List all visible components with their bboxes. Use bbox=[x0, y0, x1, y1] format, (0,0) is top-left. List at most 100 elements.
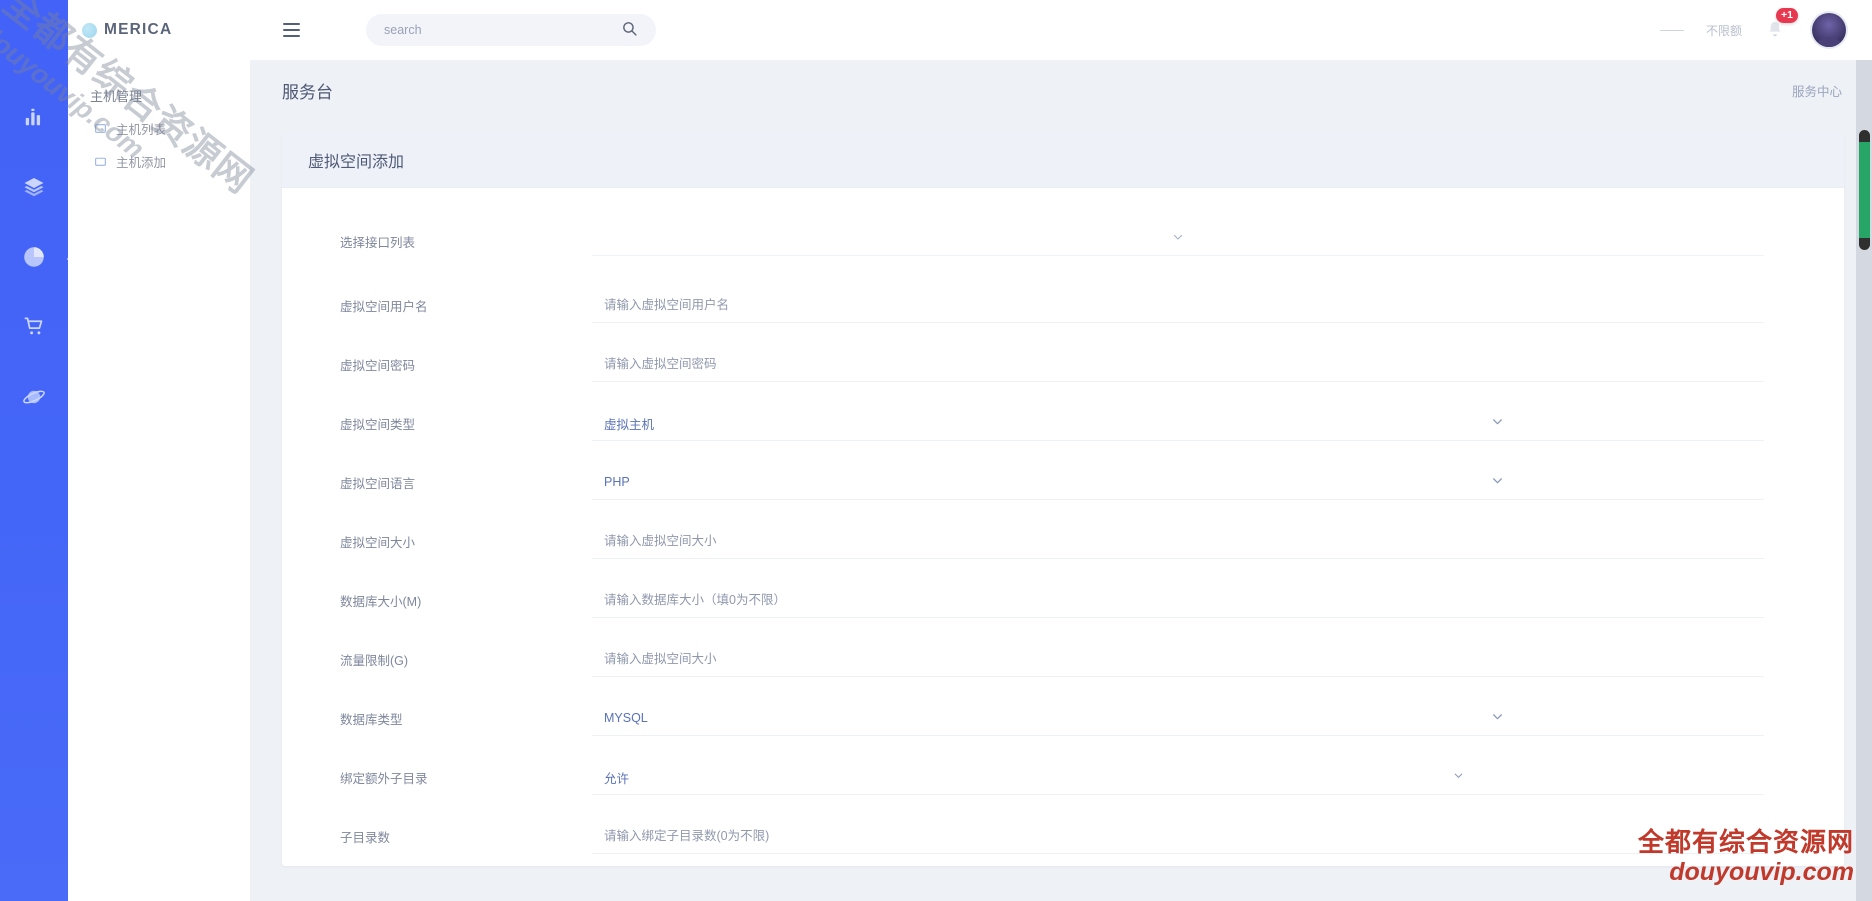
virtual-space-add-card: 虚拟空间添加 选择接口列表 虚拟空间用户名 请输入虚拟空间用户名 虚拟空间密码 … bbox=[282, 132, 1844, 866]
divider-line bbox=[1659, 29, 1684, 31]
bell-icon bbox=[1764, 21, 1786, 43]
form-row-subdir-count: 子目录数 bbox=[282, 807, 1844, 866]
select-value: MYSQL bbox=[604, 711, 648, 725]
virtual-space-password-input[interactable] bbox=[592, 347, 1764, 382]
rail-item-list bbox=[0, 60, 68, 434]
page-header: 服务台 服务中心 bbox=[250, 60, 1872, 120]
icon-rail bbox=[0, 0, 68, 901]
brand[interactable]: MERICA bbox=[68, 0, 250, 60]
virtual-space-language-select[interactable]: PHP bbox=[592, 466, 1764, 500]
subdirectory-count-input[interactable] bbox=[592, 819, 1764, 854]
form-control: PHP bbox=[592, 466, 1844, 500]
planet-icon bbox=[22, 385, 46, 414]
select-value: 虚拟主机 bbox=[604, 417, 655, 432]
rail-item-layers[interactable] bbox=[0, 154, 68, 224]
rail-item-orders[interactable] bbox=[0, 294, 68, 364]
app-root: MERICA 主机管理 主机列表 主机添加 search 不限额 +1 服务台 … bbox=[0, 0, 1872, 901]
form-control bbox=[592, 524, 1844, 559]
virtual-space-username-input[interactable] bbox=[592, 288, 1764, 323]
form-row-space-type: 虚拟空间类型 虚拟主机 bbox=[282, 394, 1844, 453]
service-center-link[interactable]: 服务中心 bbox=[1792, 81, 1842, 100]
form-control bbox=[592, 347, 1844, 382]
sidebar-item-host-add[interactable]: 主机添加 bbox=[68, 138, 250, 171]
interface-select[interactable] bbox=[592, 226, 1764, 256]
card-body: 选择接口列表 虚拟空间用户名 请输入虚拟空间用户名 虚拟空间密码 请输入虚拟空间… bbox=[282, 188, 1844, 866]
form-label: 数据库类型 bbox=[340, 713, 403, 727]
search-box[interactable] bbox=[366, 14, 656, 46]
database-size-input[interactable] bbox=[592, 583, 1764, 618]
notification-bell[interactable]: +1 bbox=[1764, 8, 1798, 43]
form-row-interface: 选择接口列表 bbox=[282, 206, 1844, 276]
search-input[interactable] bbox=[384, 23, 614, 37]
sidebar-group-title: 主机管理 bbox=[90, 89, 143, 104]
form-row-bind-subdir: 绑定额外子目录 允许 bbox=[282, 748, 1844, 807]
traffic-limit-input[interactable] bbox=[592, 642, 1764, 677]
form-row-username: 虚拟空间用户名 bbox=[282, 276, 1844, 335]
card-title: 虚拟空间添加 bbox=[308, 153, 405, 171]
bar-chart-icon bbox=[23, 106, 45, 133]
form-label: 虚拟空间用户名 bbox=[340, 300, 428, 314]
balance-label[interactable]: 不限额 bbox=[1706, 22, 1742, 39]
form-row-db-size: 数据库大小(M) bbox=[282, 571, 1844, 630]
virtual-space-size-input[interactable] bbox=[592, 524, 1764, 559]
form-control: 允许 bbox=[592, 761, 1844, 795]
form-control: MYSQL bbox=[592, 702, 1844, 736]
page-scrollbar-thumb[interactable] bbox=[1859, 130, 1870, 250]
form-label: 子目录数 bbox=[340, 831, 391, 845]
chevron-down-icon bbox=[1491, 710, 1504, 726]
topbar: 不限额 +1 bbox=[250, 0, 1872, 60]
brand-dot-icon bbox=[82, 22, 97, 38]
list-icon bbox=[94, 122, 107, 135]
sidebar-item-label: 主机添加 bbox=[116, 156, 167, 170]
form-row-traffic-limit: 流量限制(G) bbox=[282, 630, 1844, 689]
chevron-down-icon bbox=[1491, 415, 1504, 431]
select-value: 允许 bbox=[604, 771, 630, 786]
form-label: 虚拟空间语言 bbox=[340, 477, 416, 491]
form-label: 虚拟空间密码 bbox=[340, 359, 416, 373]
rail-item-network[interactable] bbox=[0, 364, 68, 434]
form-label: 虚拟空间大小 bbox=[340, 536, 416, 550]
form-row-password: 虚拟空间密码 bbox=[282, 335, 1844, 394]
form-label: 绑定额外子目录 bbox=[340, 772, 428, 786]
avatar[interactable] bbox=[1812, 13, 1846, 47]
page-title: 服务台 bbox=[282, 82, 333, 102]
form-control bbox=[592, 819, 1844, 854]
form-control bbox=[592, 226, 1844, 256]
sidebar-item-label: 主机列表 bbox=[116, 123, 167, 137]
database-type-select[interactable]: MYSQL bbox=[592, 702, 1764, 736]
form-control bbox=[592, 583, 1844, 618]
shopping-cart-icon bbox=[23, 315, 46, 343]
form-control: 虚拟主机 bbox=[592, 407, 1844, 441]
card-header: 虚拟空间添加 bbox=[282, 132, 1844, 188]
form-control bbox=[592, 288, 1844, 323]
form-row-db-type: 数据库类型 MYSQL bbox=[282, 689, 1844, 748]
chevron-down-icon bbox=[1491, 474, 1504, 490]
folder-plus-icon bbox=[94, 155, 107, 168]
form-control bbox=[592, 642, 1844, 677]
rail-logo-spacer bbox=[0, 0, 68, 60]
hamburger-icon[interactable] bbox=[268, 23, 314, 37]
rail-item-hosting[interactable] bbox=[0, 224, 68, 294]
sidebar-item-host-list[interactable]: 主机列表 bbox=[68, 105, 250, 138]
search-icon bbox=[621, 20, 638, 40]
select-value: PHP bbox=[604, 475, 630, 489]
chevron-down-icon bbox=[1453, 770, 1464, 784]
form-row-space-language: 虚拟空间语言 PHP bbox=[282, 453, 1844, 512]
virtual-space-type-select[interactable]: 虚拟主机 bbox=[592, 407, 1764, 441]
form-label: 选择接口列表 bbox=[340, 235, 416, 250]
sidebar: MERICA 主机管理 主机列表 主机添加 bbox=[68, 0, 250, 901]
bind-extra-subdirectory-select[interactable]: 允许 bbox=[592, 761, 1764, 795]
form-label: 虚拟空间类型 bbox=[340, 418, 416, 432]
form-label: 数据库大小(M) bbox=[340, 595, 422, 609]
brand-name: MERICA bbox=[104, 21, 173, 38]
layers-icon bbox=[22, 175, 46, 204]
form-row-space-size: 虚拟空间大小 bbox=[282, 512, 1844, 571]
form-label: 流量限制(G) bbox=[340, 654, 409, 668]
chevron-down-icon bbox=[1172, 230, 1184, 248]
pie-chart-icon bbox=[21, 244, 47, 275]
search-button[interactable] bbox=[614, 15, 644, 45]
page-container: 服务台 服务中心 虚拟空间添加 选择接口列表 虚拟空间用户名 请输入虚拟空间用户… bbox=[250, 60, 1872, 901]
topbar-right: 不限额 +1 bbox=[1659, 8, 1872, 47]
rail-item-statistics[interactable] bbox=[0, 84, 68, 154]
notification-badge: +1 bbox=[1776, 8, 1798, 23]
